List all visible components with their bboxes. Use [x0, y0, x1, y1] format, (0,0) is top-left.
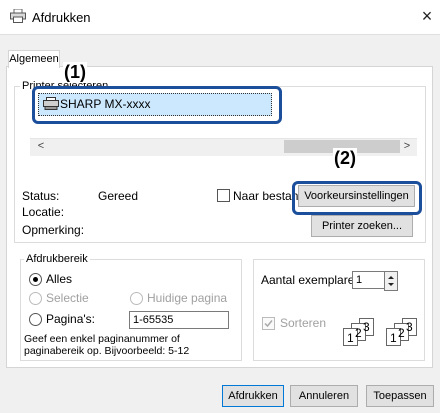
range-current-radio[interactable]: [130, 292, 143, 305]
svg-text:2: 2: [355, 326, 362, 340]
range-pages-radio[interactable]: [29, 313, 42, 326]
copies-label: Aantal exemplaren:: [261, 273, 365, 287]
range-pages-label[interactable]: Pagina's:: [46, 312, 95, 326]
copies-spinner[interactable]: [384, 271, 398, 291]
find-printer-button[interactable]: Printer zoeken...: [311, 215, 413, 237]
title-bar: Afdrukken ×: [0, 0, 440, 34]
collate-stack-1-icon: 1 2 3: [343, 318, 381, 346]
pages-input[interactable]: 1-65535: [129, 311, 229, 329]
comment-label: Opmerking:: [22, 223, 85, 237]
cancel-button[interactable]: Annuleren: [290, 385, 358, 407]
collate-stack-2-icon: 1 2 3: [386, 318, 424, 346]
copies-input[interactable]: 1: [352, 271, 385, 289]
scroll-right-icon[interactable]: >: [400, 139, 414, 154]
range-all-label[interactable]: Alles: [46, 272, 72, 286]
apply-button[interactable]: Toepassen: [366, 385, 434, 407]
checkmark-icon: [264, 320, 273, 328]
page-range-label: Afdrukbereik: [24, 253, 90, 265]
collate-label[interactable]: Sorteren: [280, 316, 326, 330]
tab-general[interactable]: Algemeen: [8, 50, 60, 68]
callout-1-label: (1): [63, 62, 87, 83]
print-button[interactable]: Afdrukken: [222, 385, 284, 407]
callout-1-highlight: [32, 86, 282, 124]
spinner-arrows-icon: [388, 276, 394, 286]
print-to-file-checkbox[interactable]: [217, 189, 230, 202]
preferences-button[interactable]: Voorkeursinstellingen: [298, 185, 415, 207]
range-selection-radio[interactable]: [29, 292, 42, 305]
location-label: Locatie:: [22, 205, 65, 219]
svg-text:2: 2: [398, 326, 405, 340]
collate-checkbox[interactable]: [262, 317, 275, 330]
close-icon[interactable]: ×: [416, 5, 438, 27]
status-label: Status:: [22, 189, 60, 203]
svg-text:3: 3: [363, 320, 370, 334]
svg-text:1: 1: [390, 331, 397, 345]
callout-2-label: (2): [333, 148, 357, 169]
range-selection-label[interactable]: Selectie: [46, 291, 89, 305]
range-current-label[interactable]: Huidige pagina: [147, 291, 227, 305]
status-value: Gereed: [98, 189, 139, 203]
svg-text:3: 3: [406, 320, 413, 334]
window-title: Afdrukken: [32, 10, 91, 25]
page-range-help: Geef een enkel paginanummer of paginaber…: [24, 333, 190, 357]
scroll-left-icon[interactable]: <: [34, 139, 48, 154]
svg-text:1: 1: [347, 331, 354, 345]
range-all-radio[interactable]: [29, 273, 42, 286]
printer-icon: [10, 8, 26, 23]
